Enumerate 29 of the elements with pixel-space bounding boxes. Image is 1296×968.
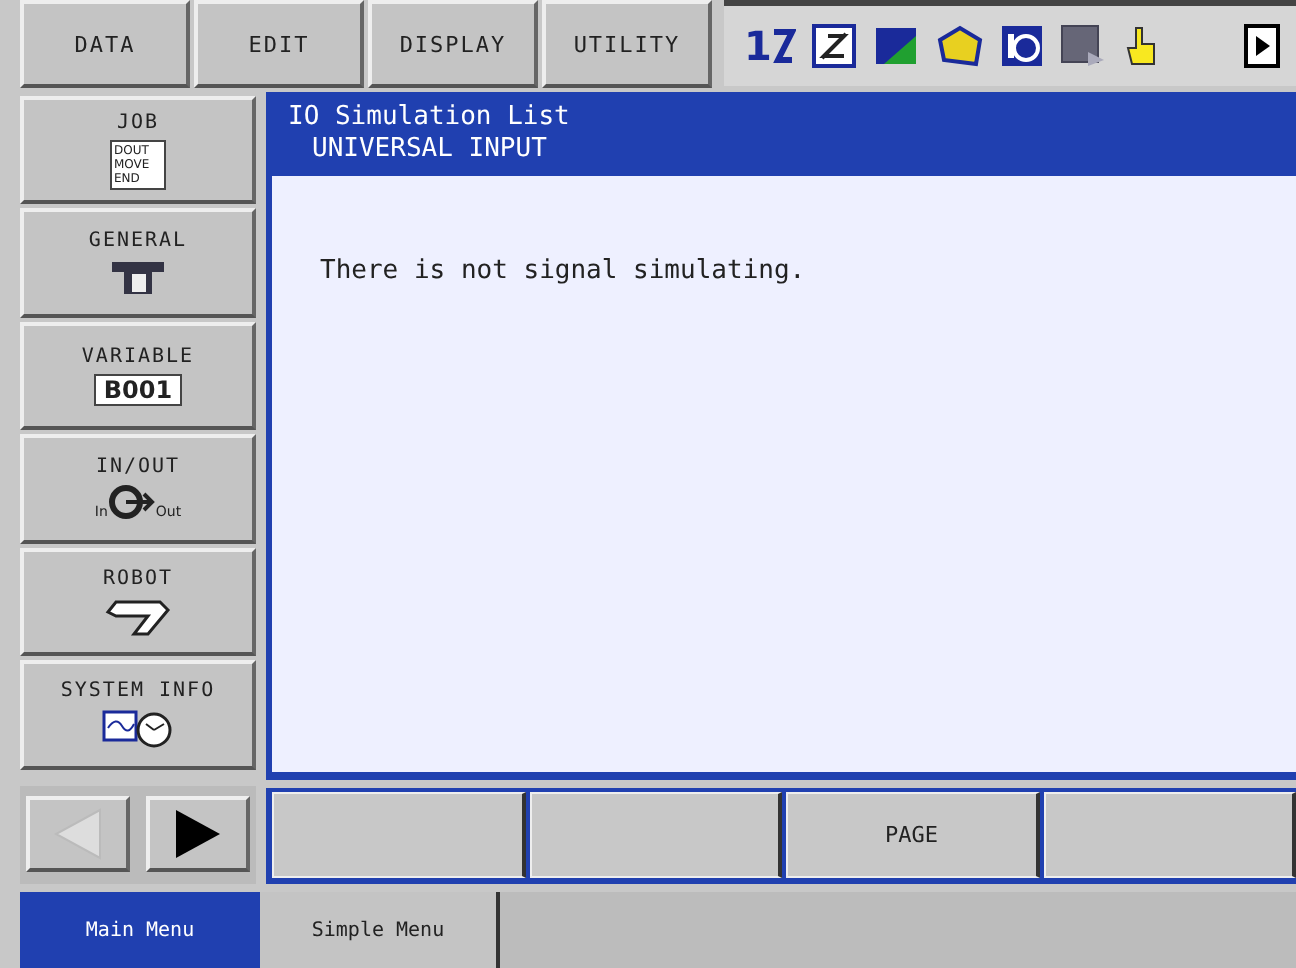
- menu-tab[interactable]: Main Menu: [20, 892, 260, 968]
- main-menu-button[interactable]: SYSTEM INFO: [20, 660, 256, 770]
- hand-icon[interactable]: [1123, 24, 1160, 68]
- page-icon[interactable]: [1059, 24, 1108, 68]
- gripper-icon: [108, 257, 168, 298]
- coordinate-icon[interactable]: [811, 24, 856, 68]
- softkey-button[interactable]: PAGE: [786, 791, 1039, 878]
- variable-icon: B001: [93, 374, 183, 407]
- main-menu-button[interactable]: ROBOT: [20, 547, 256, 657]
- mode-icon[interactable]: [935, 24, 984, 68]
- screen-title: IO Simulation List: [288, 102, 572, 134]
- play-icon[interactable]: [1244, 24, 1280, 68]
- menu-tab[interactable]: Simple Menu: [260, 892, 500, 968]
- cycle-icon[interactable]: [999, 24, 1044, 68]
- robot-arm-icon: [104, 595, 172, 636]
- main-menu-button[interactable]: VARIABLE B001: [20, 321, 256, 431]
- status-message: There is not signal simulating.: [320, 256, 806, 286]
- menu-button[interactable]: DATA: [20, 0, 190, 88]
- main-menu-button[interactable]: GENERAL: [20, 208, 256, 318]
- forward-button[interactable]: [146, 796, 250, 873]
- graph-clock-icon: [102, 708, 174, 749]
- back-button[interactable]: [26, 796, 130, 873]
- menu-button[interactable]: DISPLAY: [368, 0, 538, 88]
- menu-button[interactable]: UTILITY: [542, 0, 712, 88]
- screen-subtitle: UNIVERSAL INPUT: [310, 134, 549, 166]
- softkey-button[interactable]: [272, 791, 525, 878]
- softkey-button[interactable]: [1043, 791, 1296, 878]
- menu-button[interactable]: EDIT: [194, 0, 364, 88]
- softkey-button[interactable]: [529, 791, 782, 878]
